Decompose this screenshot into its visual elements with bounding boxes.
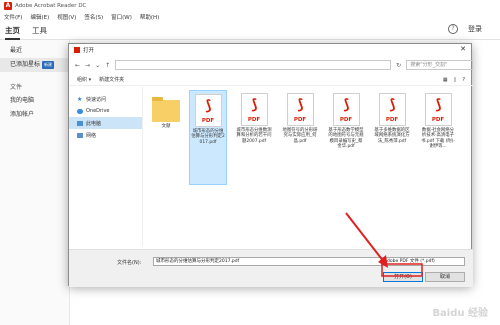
open-button[interactable]: 打开(O): [383, 272, 423, 282]
list-item-pdf[interactable]: ⟆ PDF 基于多维数据的区域网络系统演化方法_陈秀萍.pdf: [373, 90, 411, 185]
star-icon: ★: [77, 95, 83, 103]
nav-item-label: 我的电脑: [10, 97, 35, 104]
menu-window[interactable]: 窗口(W): [111, 13, 132, 21]
app-header-icons: ? 登录: [448, 24, 482, 34]
chevron-down-icon[interactable]: ⌄: [95, 62, 100, 69]
menu-help[interactable]: 帮助(H): [140, 13, 159, 21]
organize-menu-button[interactable]: 组织 ▾: [77, 76, 91, 83]
cancel-button[interactable]: 取消: [425, 272, 465, 282]
menu-view[interactable]: 视图(V): [57, 13, 76, 21]
file-name: 数据·社会网络分析技术·高清电子书.pdf 下载 (附)·谢伊等...: [421, 128, 455, 150]
back-arrow-icon[interactable]: ←: [75, 62, 80, 69]
nav-network[interactable]: 网络: [69, 129, 142, 141]
file-name: 地图符号的分形研究与实际应用_何晶.pdf: [282, 128, 318, 144]
computer-icon: [77, 120, 83, 126]
list-item-pdf[interactable]: ⟆ PDF 基于形态数学模型的地图符号与元规模目录编写史_蔡金华.pdf: [327, 90, 365, 185]
refresh-icon[interactable]: ↻: [396, 62, 401, 69]
nav-item-label: 已添加星标: [10, 61, 41, 68]
acrobat-logo-icon: A: [4, 2, 12, 10]
preview-pane-icon[interactable]: ▯: [454, 77, 457, 83]
nav-label: 此电脑: [86, 120, 102, 127]
nav-item-starred[interactable]: 已添加星标 新建: [0, 58, 69, 72]
list-item-pdf[interactable]: ⟆ PDF 城市形态的分维估算与分形判定2017.pdf: [189, 90, 227, 185]
list-item-pdf[interactable]: ⟆ PDF 地图符号的分形研究与实际应用_何晶.pdf: [281, 90, 319, 185]
network-icon: [77, 132, 83, 138]
menu-file[interactable]: 文件(F): [4, 13, 22, 21]
menu-edit[interactable]: 编辑(E): [30, 13, 49, 21]
menubar: 文件(F) 编辑(E) 视图(V) 签名(S) 窗口(W) 帮助(H): [0, 12, 500, 22]
nav-label: 快速访问: [86, 96, 107, 103]
dialog-toolbar: 组织 ▾ 新建文件夹 ▦ ▯ ?: [69, 74, 473, 86]
signin-button[interactable]: 登录: [468, 24, 482, 34]
nav-item-add-account[interactable]: 添加帐户: [0, 108, 69, 122]
pdf-file-icon: ⟆ PDF: [194, 94, 222, 127]
view-options-icon[interactable]: ▦: [443, 77, 448, 83]
view-controls: ▦ ▯ ?: [443, 77, 465, 83]
up-arrow-icon[interactable]: ↑: [105, 62, 110, 69]
new-badge: 新建: [42, 61, 55, 69]
filetype-select[interactable]: Adobe PDF 文件 (*.pdf): [381, 257, 465, 266]
left-navigation: 最近 已添加星标 新建 文件 我的电脑 添加帐户: [0, 40, 70, 325]
filename-label: 文件名(N):: [117, 260, 142, 266]
close-icon[interactable]: ✕: [460, 45, 466, 53]
folder-icon: [152, 97, 180, 122]
nav-label: 网络: [86, 132, 97, 139]
address-bar-row: ← → ⌄ ↑ ↻ 搜索"分形_交割": [69, 58, 473, 72]
menu-sign[interactable]: 签名(S): [84, 13, 103, 21]
nav-onedrive[interactable]: OneDrive: [69, 105, 142, 117]
list-item-folder[interactable]: 文献: [147, 90, 185, 185]
file-name: 文献: [161, 124, 171, 129]
pdf-file-icon: ⟆ PDF: [332, 93, 360, 126]
forward-arrow-icon[interactable]: →: [85, 62, 90, 69]
app-tabbar: 主页 工具 ? 登录: [0, 22, 500, 40]
open-file-dialog: 打开 ✕ ← → ⌄ ↑ ↻ 搜索"分形_交割" 组织 ▾ 新建文件夹 ▦ ▯ …: [68, 43, 473, 287]
tab-tools[interactable]: 工具: [32, 22, 47, 40]
file-name: 基于多维数据的区域网络系统演化方法_陈秀萍.pdf: [374, 128, 410, 144]
file-name: 城市形态分维数测算和分析的若干问题2007.pdf: [236, 128, 272, 144]
list-item-pdf[interactable]: ⟆ PDF 城市形态分维数测算和分析的若干问题2007.pdf: [235, 90, 273, 185]
dialog-titlebar: 打开: [69, 44, 471, 56]
pdf-file-icon: ⟆ PDF: [424, 93, 452, 126]
watermark: Baidu 经验: [432, 308, 488, 319]
file-name: 基于形态数学模型的地图符号与元规模目录编写史_蔡金华.pdf: [328, 128, 364, 150]
nav-section-file: 文件: [10, 84, 23, 91]
pdf-file-icon: ⟆ PDF: [378, 93, 406, 126]
search-input[interactable]: 搜索"分形_交割": [406, 60, 473, 70]
help-icon[interactable]: ?: [462, 77, 465, 83]
dialog-footer: 文件名(N): 城市形态的分维估算与分形判定2017.pdf Adobe PDF…: [69, 249, 473, 287]
nav-item-my-computer[interactable]: 我的电脑: [0, 94, 69, 108]
tab-home[interactable]: 主页: [5, 22, 20, 40]
cloud-icon: [77, 108, 83, 114]
pdf-file-icon: ⟆ PDF: [240, 93, 268, 126]
navigation-pane: ★ 快速访问 OneDrive 此电脑 网络: [69, 87, 143, 247]
file-list: 文献 ⟆ PDF 城市形态的分维估算与分形判定2017.pdf ⟆ PDF 城市形态…: [145, 90, 470, 250]
help-icon[interactable]: ?: [448, 24, 458, 34]
file-name: 城市形态的分维估算与分形判定2017.pdf: [191, 129, 225, 145]
new-folder-button[interactable]: 新建文件夹: [99, 76, 124, 83]
acrobat-small-icon: [74, 47, 80, 53]
address-input[interactable]: [115, 60, 392, 70]
list-item-pdf[interactable]: ⟆ PDF 数据·社会网络分析技术·高清电子书.pdf 下载 (附)·谢伊等...: [419, 90, 457, 185]
app-title: Adobe Acrobat Reader DC: [15, 3, 87, 9]
pdf-file-icon: ⟆ PDF: [286, 93, 314, 126]
filename-input[interactable]: 城市形态的分维估算与分形判定2017.pdf: [153, 257, 403, 266]
nav-item-label: 最近: [10, 47, 23, 54]
app-titlebar: A Adobe Acrobat Reader DC: [0, 0, 500, 12]
nav-item-recent[interactable]: 最近: [0, 44, 69, 58]
nav-this-pc[interactable]: 此电脑: [69, 117, 142, 129]
nav-quick-access[interactable]: ★ 快速访问: [69, 93, 142, 105]
nav-label: OneDrive: [86, 108, 110, 114]
nav-item-label: 添加帐户: [10, 111, 35, 118]
dialog-title: 打开: [83, 48, 95, 54]
